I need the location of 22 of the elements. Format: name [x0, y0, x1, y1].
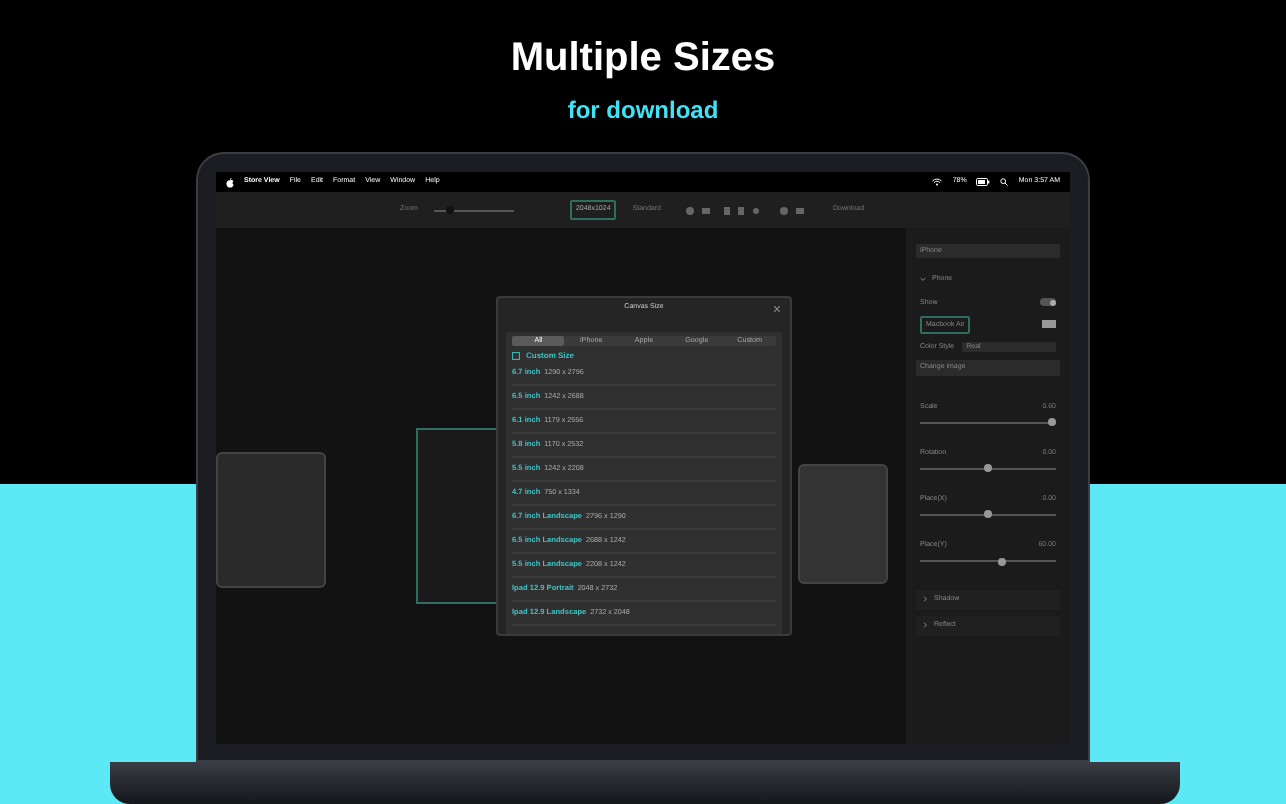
wifi-icon[interactable] — [932, 178, 943, 186]
toolbar-icons-drawing[interactable] — [685, 205, 805, 215]
headline: Multiple Sizes — [510, 34, 776, 82]
battery-icon[interactable] — [976, 178, 991, 186]
slider-thumb[interactable] — [984, 510, 992, 519]
slider[interactable] — [920, 557, 1056, 565]
zoom-slider[interactable] — [433, 206, 514, 214]
subheadline: for download — [567, 94, 719, 126]
search-icon[interactable] — [1000, 178, 1009, 186]
apple-logo-icon — [226, 177, 234, 187]
slider[interactable] — [920, 417, 1056, 426]
slider-thumb[interactable] — [445, 206, 454, 214]
slider-thumb[interactable] — [984, 464, 992, 472]
show-toggle[interactable] — [1040, 298, 1056, 307]
color-swatch[interactable] — [1042, 320, 1056, 329]
tablet-mockup — [216, 452, 326, 588]
frame-icon — [512, 352, 520, 360]
slider-thumb[interactable] — [1047, 417, 1056, 426]
slider-thumb[interactable] — [997, 557, 1006, 565]
tablet-mockup — [798, 464, 888, 584]
slider[interactable] — [920, 464, 1056, 472]
close-icon[interactable] — [774, 305, 780, 311]
